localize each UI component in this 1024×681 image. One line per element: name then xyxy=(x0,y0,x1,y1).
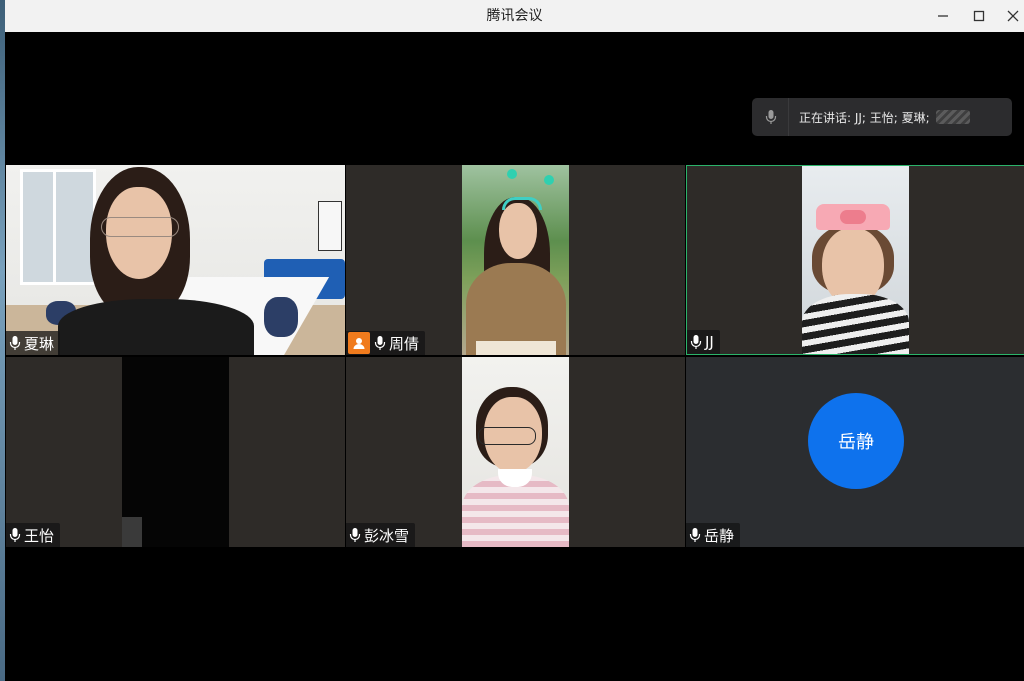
participant-tile-active[interactable]: JJ xyxy=(686,165,1024,355)
close-icon xyxy=(1007,10,1019,22)
participant-video xyxy=(6,165,345,355)
name-tag: 彭冰雪 xyxy=(346,523,416,547)
participant-tile[interactable]: 王怡 xyxy=(6,357,345,547)
mic-icon xyxy=(689,527,701,543)
avatar: 岳静 xyxy=(808,393,904,489)
meeting-stage: 正在讲话: JJ; 王怡; 夏琳; 夏琳 周倩 JJ 王怡 彭冰雪 岳静 岳静 xyxy=(5,32,1024,681)
participant-name: 夏琳 xyxy=(24,334,55,353)
mic-icon xyxy=(9,527,21,543)
participant-tile[interactable]: 岳静 岳静 xyxy=(686,357,1024,547)
participant-name: 周倩 xyxy=(389,334,420,353)
name-tag: 岳静 xyxy=(686,523,741,547)
speaking-label: 正在讲话: JJ; 王怡; 夏琳; xyxy=(799,110,930,125)
mic-icon xyxy=(349,527,361,543)
participant-tile[interactable]: 夏琳 xyxy=(6,165,345,355)
participant-name: 岳静 xyxy=(704,526,735,545)
name-tag: JJ xyxy=(687,330,720,354)
title-bar: 腾讯会议 xyxy=(5,0,1024,33)
participant-video xyxy=(802,166,909,354)
window-title: 腾讯会议 xyxy=(486,8,543,24)
minimize-icon xyxy=(938,15,948,17)
blurred-name xyxy=(935,110,970,124)
maximize-icon xyxy=(973,10,985,22)
name-tag: 周倩 xyxy=(346,331,426,355)
participant-video xyxy=(462,165,569,355)
participant-name: 王怡 xyxy=(24,526,55,545)
host-badge-icon xyxy=(348,332,370,354)
mic-icon xyxy=(9,335,21,351)
participant-name: 彭冰雪 xyxy=(364,526,410,545)
participant-name: JJ xyxy=(705,333,714,351)
participant-video xyxy=(462,357,569,547)
mic-icon xyxy=(374,335,386,351)
name-tag: 王怡 xyxy=(6,523,61,547)
mic-icon xyxy=(690,334,702,350)
participant-tile[interactable]: 彭冰雪 xyxy=(346,357,685,547)
mic-icon xyxy=(756,109,786,125)
close-button[interactable] xyxy=(995,0,1024,32)
minimize-button[interactable] xyxy=(925,0,961,32)
speaking-indicator: 正在讲话: JJ; 王怡; 夏琳; xyxy=(752,98,1012,136)
maximize-button[interactable] xyxy=(961,0,997,32)
participant-video xyxy=(122,357,229,547)
participant-tile[interactable]: 周倩 xyxy=(346,165,685,355)
name-tag: 夏琳 xyxy=(6,331,61,355)
